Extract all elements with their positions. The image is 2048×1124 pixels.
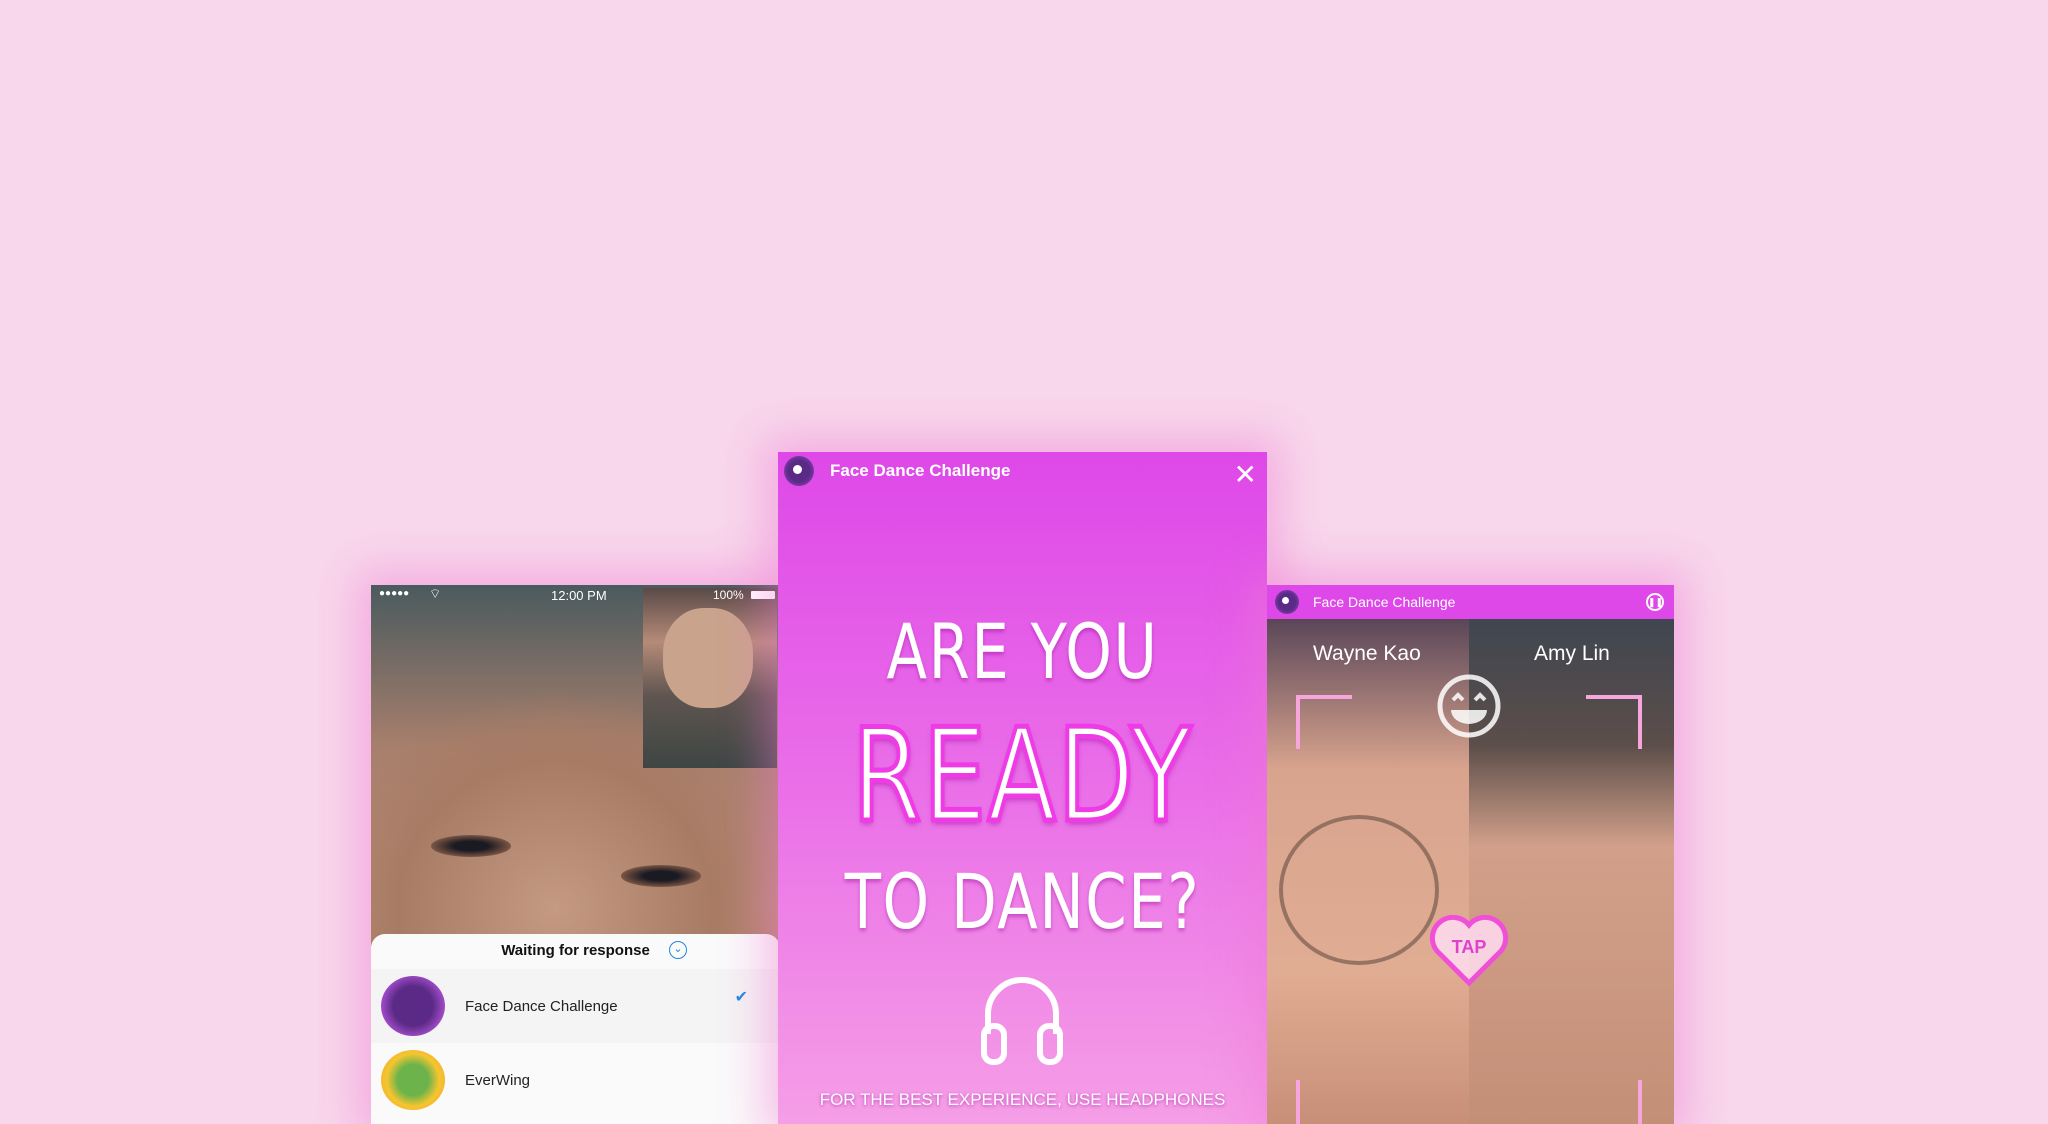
signal-icon: ●●●●●	[379, 588, 410, 599]
chevron-down-icon[interactable]: ⌄	[669, 941, 687, 959]
status-bar: ●●●●● ⌔ 12:00 PM 100%	[371, 585, 780, 607]
wifi-icon: ⌔	[429, 586, 442, 601]
list-item[interactable]: Face Dance Challenge ✔	[371, 969, 780, 1043]
battery-percent: 100%	[713, 588, 744, 602]
everwing-app-icon	[381, 1050, 445, 1110]
response-sheet: Waiting for response ⌄ Face Dance Challe…	[371, 934, 780, 1124]
app-icon	[784, 456, 814, 486]
headline-are-you: ARE YOU	[886, 607, 1159, 696]
face-frame-corner	[1586, 1080, 1642, 1124]
face-frame-corner	[1296, 1080, 1352, 1124]
checkmark-icon: ✔	[734, 989, 748, 1006]
player1-name: Wayne Kao	[1313, 642, 1421, 665]
game-intro-screen: Face Dance Challenge ✕ ARE YOU READY TO …	[778, 452, 1267, 1124]
video-detail	[431, 835, 511, 857]
headline-ready: READY	[850, 700, 1193, 854]
player2-name: Amy Lin	[1534, 642, 1610, 665]
sheet-title: Waiting for response	[501, 942, 650, 959]
gameplay-screen: Face Dance Challenge ❚❚ Wayne Kao Amy Li…	[1267, 585, 1674, 1124]
smiley-emoji-icon	[1437, 674, 1501, 738]
app-icon	[1275, 590, 1299, 614]
game-title: Face Dance Challenge	[1313, 594, 1456, 610]
headphones-icon	[981, 977, 1063, 1065]
video-call-screen: ●●●●● ⌔ 12:00 PM 100% Waiting for respon…	[371, 585, 780, 1124]
item-label: Face Dance Challenge	[465, 997, 618, 1015]
battery-icon	[751, 591, 775, 599]
close-icon[interactable]: ✕	[1234, 458, 1257, 491]
self-view-video[interactable]	[643, 588, 777, 768]
game-header: Face Dance Challenge ❚❚	[1267, 585, 1674, 619]
headphones-hint: FOR THE BEST EXPERIENCE, USE HEADPHONES	[819, 1090, 1226, 1109]
face-frame-corner	[1586, 695, 1642, 749]
tap-heart-button[interactable]: TAP	[1429, 915, 1509, 987]
status-time: 12:00 PM	[551, 588, 607, 603]
face-dance-app-icon	[381, 976, 445, 1036]
tap-label: TAP	[1451, 937, 1487, 957]
list-item[interactable]: EverWing	[371, 1043, 780, 1117]
face-frame-corner	[1296, 695, 1352, 749]
item-label: EverWing	[465, 1071, 531, 1089]
video-detail	[621, 865, 701, 887]
glasses-detail	[1279, 815, 1439, 965]
game-header: Face Dance Challenge ✕	[778, 452, 1267, 490]
game-title: Face Dance Challenge	[830, 461, 1011, 480]
pause-icon[interactable]: ❚❚	[1646, 593, 1664, 611]
headline-to-dance: TO DANCE?	[844, 857, 1201, 946]
